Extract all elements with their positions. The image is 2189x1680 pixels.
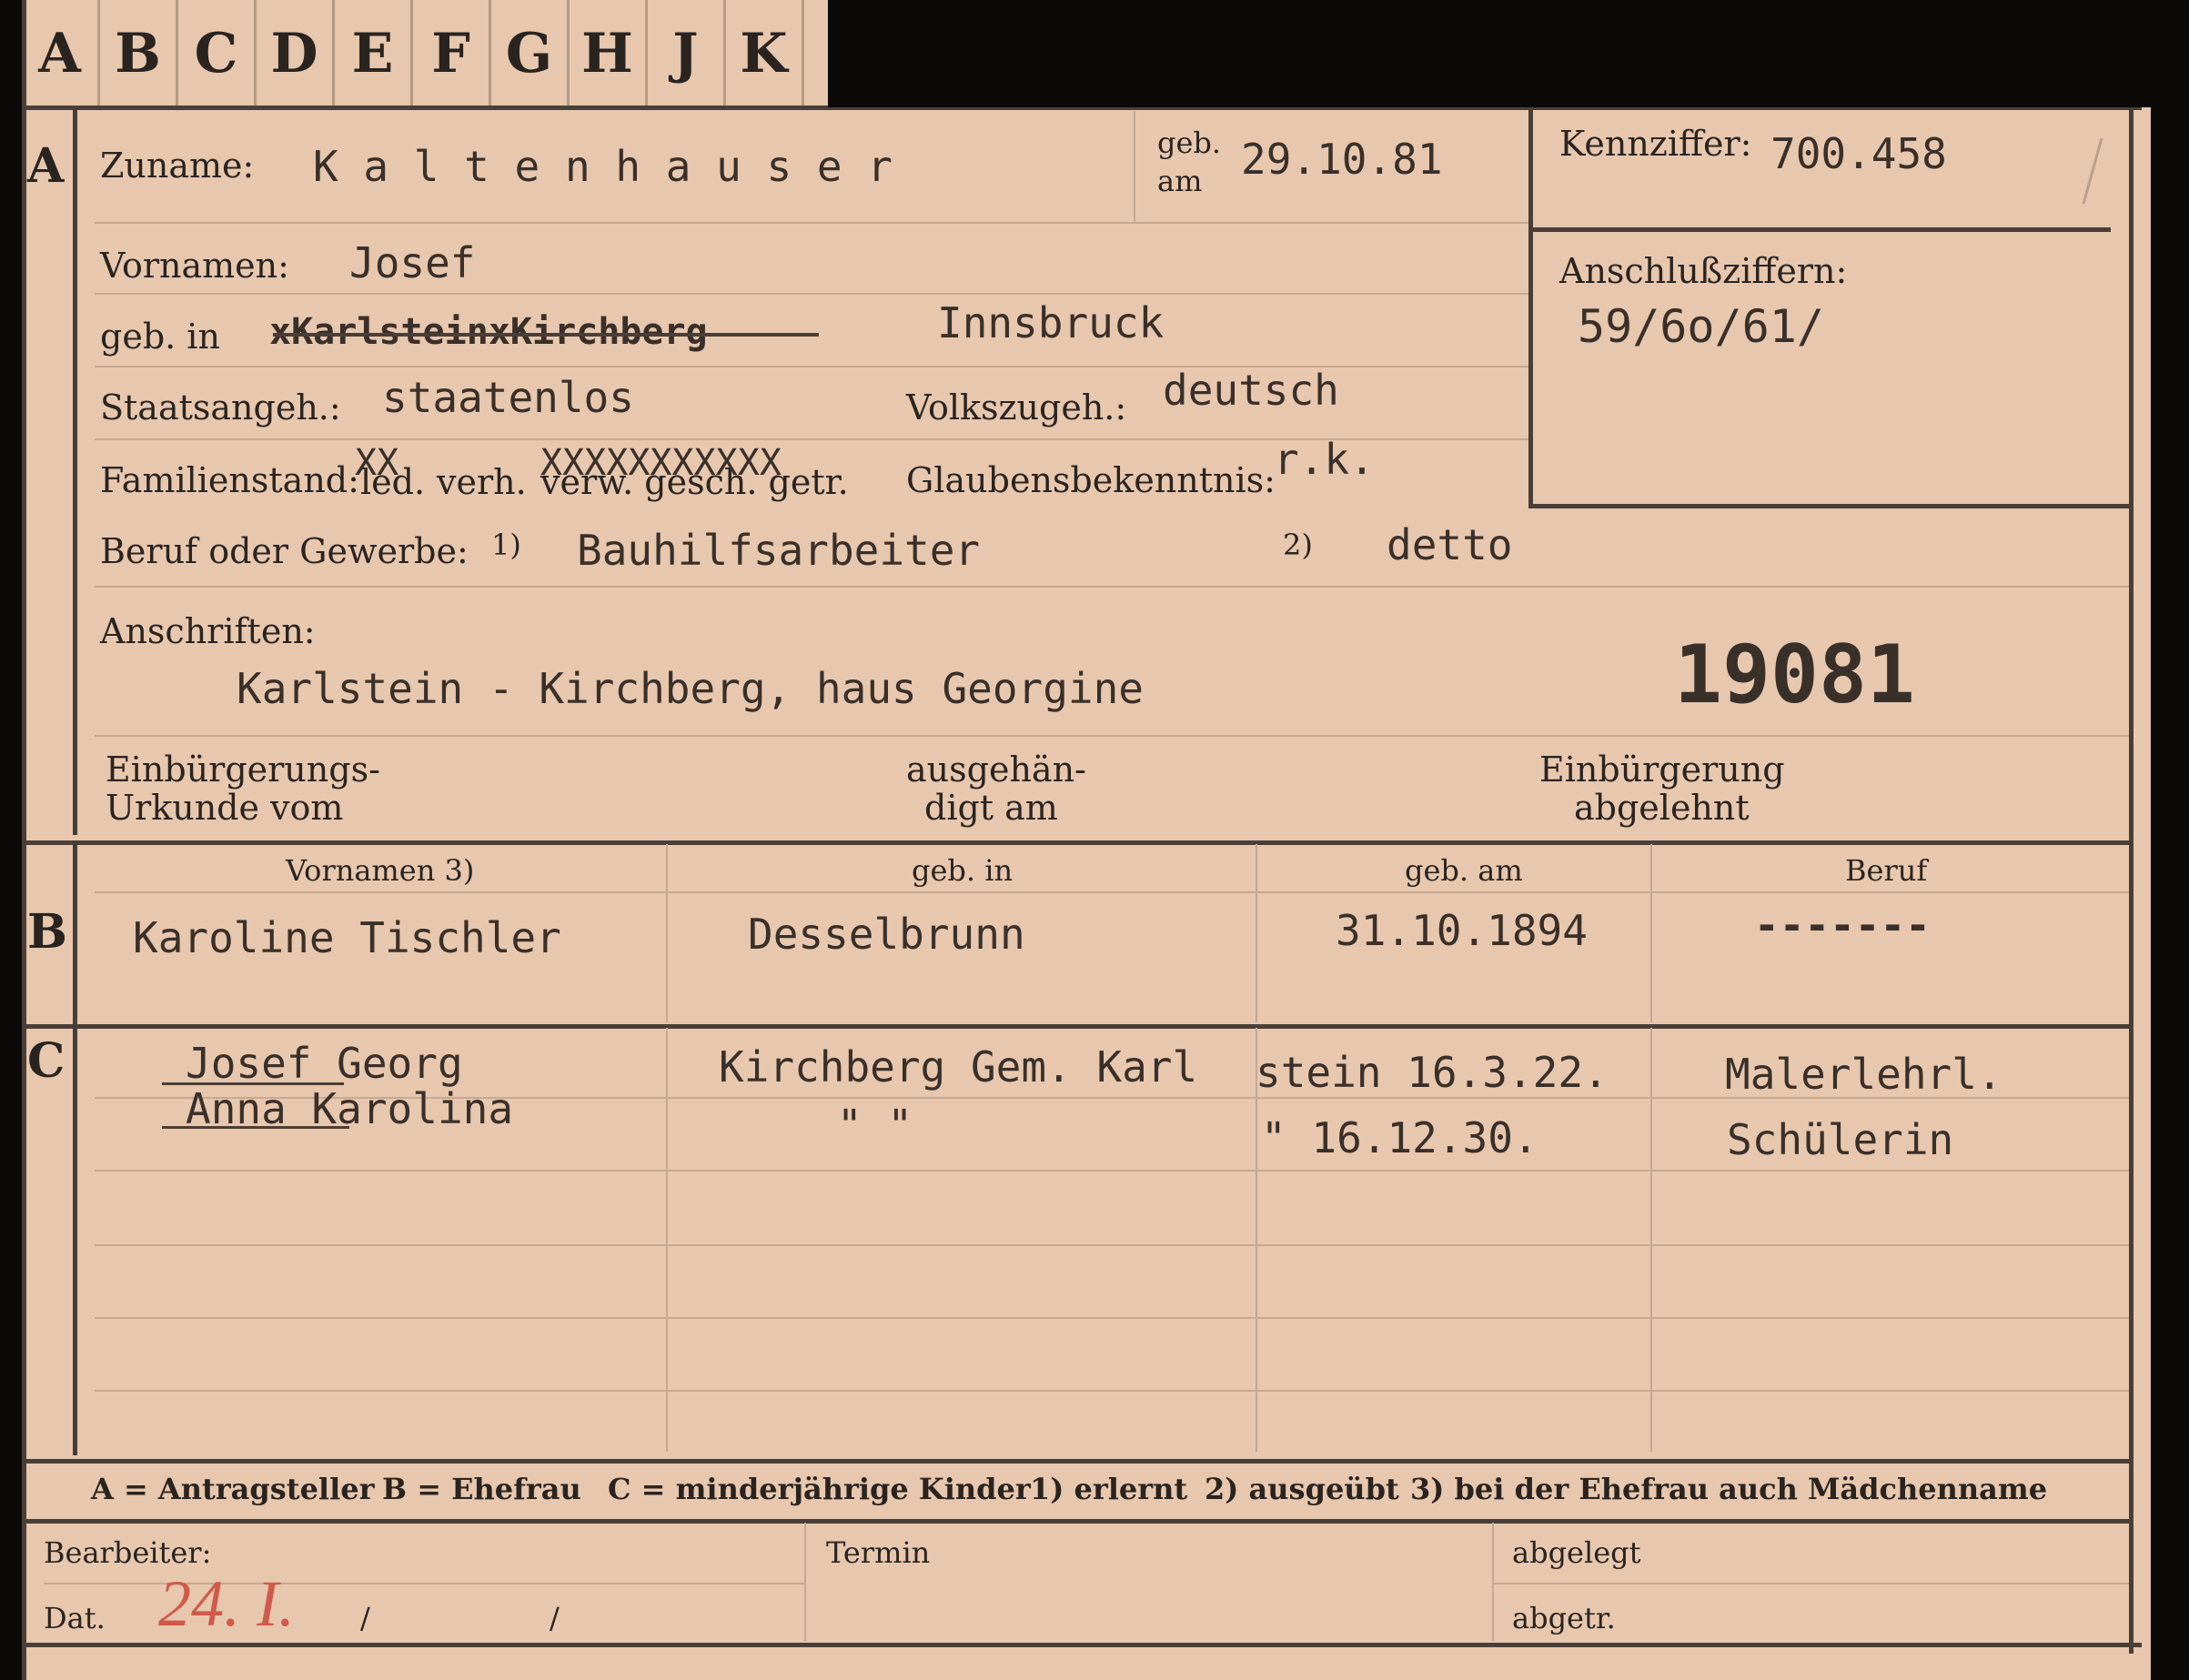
ausg-label: ausgehän- xyxy=(906,749,1086,790)
beruf-note-1: 1) xyxy=(491,528,521,562)
tab-e[interactable]: E xyxy=(335,0,413,107)
b-vornamen-value: Karoline Tischler xyxy=(133,913,561,962)
legend-c: C = minderjährige Kinder xyxy=(608,1472,1031,1506)
glauben-label: Glaubensbekenntnis: xyxy=(906,460,1276,500)
legend-note-3: 3) bei der Ehefrau auch Mädchenname xyxy=(1410,1472,2048,1506)
anschriften-label: Anschriften: xyxy=(100,611,316,651)
tab-j[interactable]: J xyxy=(648,0,726,107)
index-tabs: A B C D E F G H J K xyxy=(22,0,804,107)
gebin-struck: xKarlsteinxKirchberg xyxy=(269,311,708,353)
b-header-gebin: geb. in xyxy=(912,853,1014,888)
abgel-label-2: abgelehnt xyxy=(1574,788,1750,828)
familien-strike-2: XXXXXXXXXXX xyxy=(540,442,782,484)
vornamen-value: Josef xyxy=(349,238,476,287)
kennziffer-value: 700.458 xyxy=(1770,129,1947,178)
c-row-2-beruf: Schülerin xyxy=(1727,1115,1954,1164)
familien-label: Familienstand: xyxy=(100,460,359,500)
tab-d[interactable]: D xyxy=(257,0,335,107)
abgetr-label: abgetr. xyxy=(1512,1601,1616,1635)
zuname-value: K a l t e n h a u s e r xyxy=(313,142,893,191)
volks-value: deutsch xyxy=(1163,366,1339,415)
c-row-2-date: " 16.12.30. xyxy=(1261,1113,1538,1162)
vornamen-label: Vornamen: xyxy=(100,246,289,286)
dat-slash-2: / xyxy=(550,1601,560,1635)
registration-card: A B C D E F G H J K A Zuname: K a l t e … xyxy=(22,0,2151,1680)
dat-slash-1: / xyxy=(360,1601,370,1635)
bearbeiter-label: Bearbeiter: xyxy=(44,1535,212,1570)
legend-note-2: 2) ausgeübt xyxy=(1205,1472,1399,1506)
c-row-1-place: Kirchberg Gem. Karl xyxy=(719,1042,1198,1091)
abgelegt-label: abgelegt xyxy=(1512,1535,1641,1570)
dat-label: Dat. xyxy=(44,1601,106,1635)
tab-k[interactable]: K xyxy=(726,0,804,107)
c-row-2-place: " " xyxy=(837,1101,913,1150)
b-header-beruf: Beruf xyxy=(1845,853,1928,888)
glauben-value: r.k. xyxy=(1274,435,1375,484)
section-c-marker: C xyxy=(27,1033,66,1089)
familien-option-verh: verh. xyxy=(437,462,527,502)
abgel-label: Einbürgerung xyxy=(1539,749,1785,790)
b-gebam-value: 31.10.1894 xyxy=(1336,906,1588,955)
anschrift-value: Karlstein - Kirchberg, haus Georgine xyxy=(237,664,1144,713)
legend-b: B = Ehefrau xyxy=(382,1472,581,1506)
einb-label-2: Urkunde vom xyxy=(106,788,344,828)
beruf-value: Bauhilfsarbeiter xyxy=(577,526,981,575)
tab-a[interactable]: A xyxy=(22,0,100,107)
gebam-value: 29.10.81 xyxy=(1241,135,1443,184)
volks-label: Volkszugeh.: xyxy=(906,387,1127,428)
anschluss-value: 59/6o/61/ xyxy=(1578,300,1824,353)
tab-f[interactable]: F xyxy=(413,0,491,107)
tab-b[interactable]: B xyxy=(100,0,178,107)
gebin-value: Innsbruck xyxy=(937,298,1165,347)
beruf-label: Beruf oder Gewerbe: xyxy=(100,531,469,571)
dark-background xyxy=(828,0,2189,107)
termin-label: Termin xyxy=(826,1535,931,1570)
gebam-label-2: am xyxy=(1157,164,1203,198)
stamp-number: 19081 xyxy=(1674,628,1915,721)
section-b-marker: B xyxy=(27,904,67,960)
c-row-1-name: Josef Georg xyxy=(186,1039,463,1088)
kennziffer-label: Kennziffer: xyxy=(1559,124,1752,164)
b-beruf-value: ------- xyxy=(1754,900,1931,950)
tab-c[interactable]: C xyxy=(178,0,257,107)
legend-note-1: 1) erlernt xyxy=(1030,1472,1188,1506)
ausg-label-2: digt am xyxy=(924,788,1058,828)
beruf2-value: detto xyxy=(1387,520,1513,569)
gebam-label: geb. xyxy=(1157,126,1222,160)
familien-strike-1: XX xyxy=(355,442,399,484)
gebin-label: geb. in xyxy=(100,317,220,357)
staats-value: staatenlos xyxy=(382,373,634,422)
legend-a: A = Antragsteller xyxy=(91,1472,375,1506)
c-row-1-beruf: Malerlehrl. xyxy=(1725,1050,2002,1099)
beruf-note-2: 2) xyxy=(1283,528,1313,562)
pencil-mark-icon xyxy=(2082,137,2103,205)
dat-value: 24. I. xyxy=(158,1567,295,1640)
anschluss-label: Anschlußziffern: xyxy=(1559,251,1848,291)
b-gebin-value: Desselbrunn xyxy=(748,910,1025,959)
tab-g[interactable]: G xyxy=(491,0,570,107)
einb-label: Einbürgerungs- xyxy=(106,749,380,790)
b-header-vornamen: Vornamen 3) xyxy=(286,853,475,888)
c-row-1-date: stein 16.3.22. xyxy=(1256,1048,1609,1097)
section-a-marker: A xyxy=(27,138,65,194)
staats-label: Staatsangeh.: xyxy=(100,387,341,428)
tab-h[interactable]: H xyxy=(570,0,648,107)
b-header-gebam: geb. am xyxy=(1405,853,1523,888)
zuname-label: Zuname: xyxy=(100,146,255,186)
